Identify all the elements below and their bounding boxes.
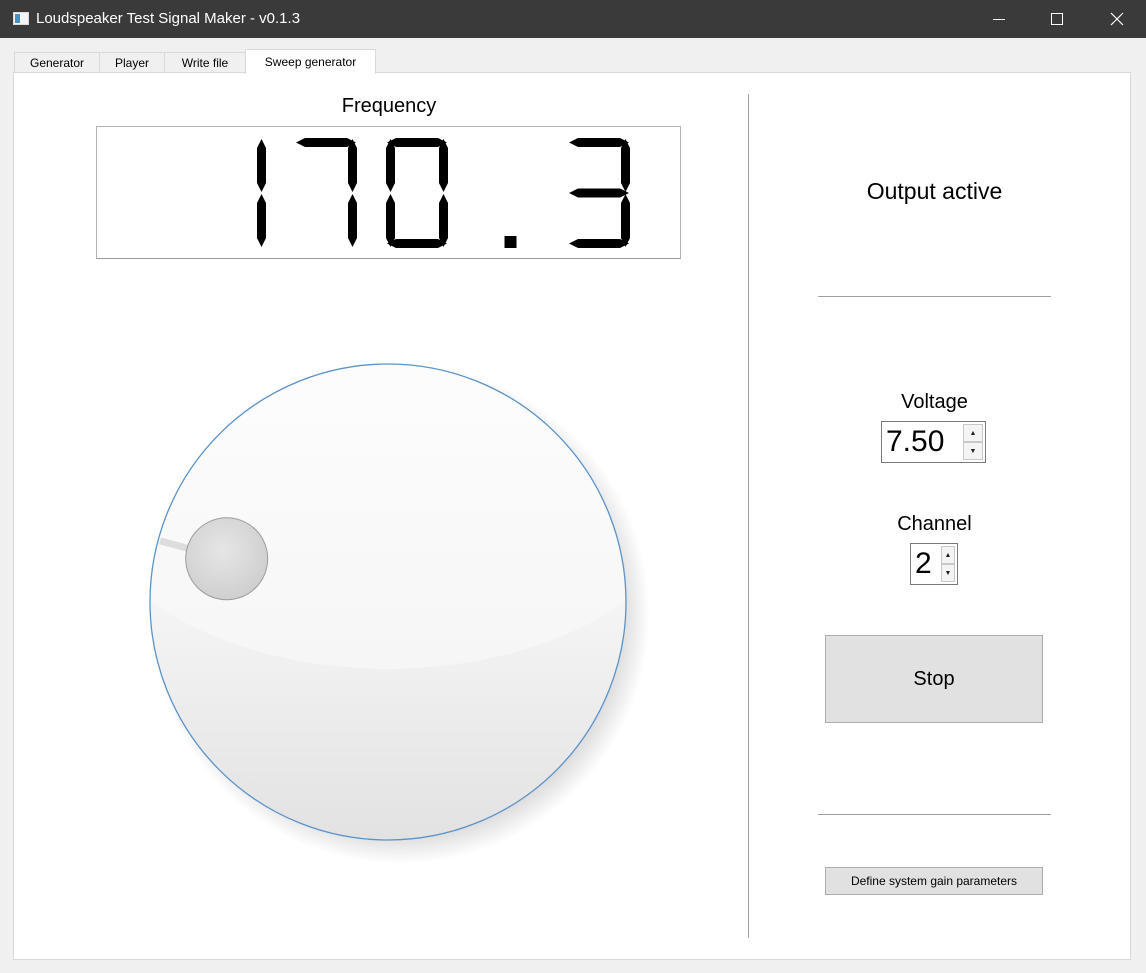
tab-player[interactable]: Player [99, 52, 165, 73]
app-icon [13, 12, 29, 25]
lcd-segment [569, 239, 629, 248]
lcd-segment [348, 194, 357, 247]
lcd-segment [348, 139, 357, 192]
tab-sweep-generator[interactable]: Sweep generator [245, 49, 376, 74]
voltage-spin-buttons: ▲ ▼ [963, 424, 983, 460]
tab-generator[interactable]: Generator [14, 52, 100, 73]
arrow-up-icon: ▲ [969, 429, 977, 437]
voltage-increment-button[interactable]: ▲ [963, 424, 983, 442]
divider-top [818, 296, 1051, 297]
voltage-label: Voltage [901, 391, 968, 413]
lcd-segment [387, 138, 447, 147]
divider-bottom [818, 814, 1051, 815]
channel-value[interactable]: 2 [915, 546, 932, 582]
lcd-segment [386, 139, 395, 192]
lcd-segment [439, 194, 448, 247]
lcd-digits [257, 138, 630, 248]
channel-increment-button[interactable]: ▲ [941, 546, 955, 564]
channel-label: Channel [897, 513, 972, 535]
knob-highlight [150, 364, 626, 669]
close-button[interactable] [1088, 0, 1146, 38]
voltage-decrement-button[interactable]: ▼ [963, 442, 983, 460]
lcd-segment [569, 188, 629, 198]
tab-write-file[interactable]: Write file [164, 52, 246, 73]
frequency-lcd-display [96, 126, 681, 259]
frequency-label: Frequency [341, 95, 437, 117]
title-bar: Loudspeaker Test Signal Maker - v0.1.3 [0, 0, 1146, 38]
window-title: Loudspeaker Test Signal Maker - v0.1.3 [36, 10, 301, 27]
maximize-button[interactable] [1028, 0, 1086, 38]
lcd-segment [439, 139, 448, 192]
lcd-segment [621, 139, 630, 192]
channel-spinbox[interactable]: 2 ▲ ▼ [910, 543, 958, 585]
lcd-segment [296, 138, 356, 147]
lcd-segment [257, 139, 266, 192]
arrow-up-icon: ▲ [944, 551, 952, 559]
lcd-segment [621, 194, 630, 247]
define-gain-parameters-button[interactable]: Define system gain parameters [825, 867, 1043, 895]
voltage-value[interactable]: 7.50 [886, 424, 944, 460]
knob-graphic [149, 363, 650, 864]
arrow-down-icon: ▼ [969, 447, 977, 455]
output-status: Output active [866, 178, 1003, 204]
maximize-icon [1051, 13, 1063, 25]
lcd-decimal-point [504, 236, 517, 248]
lcd-segment [569, 138, 629, 147]
close-icon [1110, 12, 1124, 26]
minimize-icon [993, 19, 1005, 20]
arrow-down-icon: ▼ [944, 569, 952, 577]
lcd-segment [387, 239, 447, 248]
lcd-segment [257, 194, 266, 247]
voltage-spinbox[interactable]: 7.50 ▲ ▼ [881, 421, 986, 463]
channel-spin-buttons: ▲ ▼ [941, 546, 955, 582]
stop-button[interactable]: Stop [825, 635, 1043, 723]
minimize-button[interactable] [970, 0, 1028, 38]
channel-decrement-button[interactable]: ▼ [941, 564, 955, 582]
frequency-knob[interactable] [140, 352, 670, 882]
knob-indicator-dot [185, 517, 269, 601]
vertical-divider [748, 94, 749, 938]
tab-bar: Generator Player Write file Sweep genera… [0, 38, 1146, 74]
lcd-segment [386, 194, 395, 247]
